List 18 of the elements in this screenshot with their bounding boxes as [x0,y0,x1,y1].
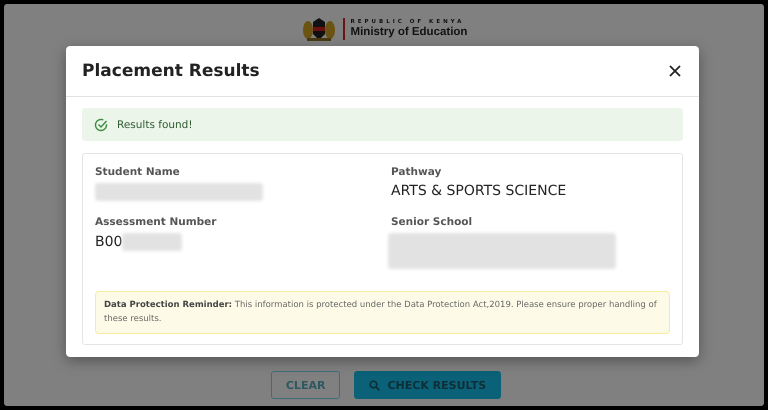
modal-title: Placement Results [82,61,260,81]
close-button[interactable] [667,63,683,79]
search-icon [369,380,380,390]
check-circle-icon [94,118,108,132]
field-label: Student Name [95,166,181,178]
alert-message: Results found! [117,118,193,130]
field-value: B00 [95,234,122,250]
data-protection-notice: Data Protection Reminder: This information is protected under the Data Protection Act,2019. Please ensure proper handling of these results. [95,291,670,334]
field-value: ARTS & SPORTS SCIENCE [391,183,566,199]
clear-button[interactable]: CLEAR [270,371,340,399]
field-label: Pathway [391,166,442,178]
ministry-name: Ministry of Education [350,27,468,38]
field-label: Assessment Number [95,216,218,228]
emblem-icon [300,16,337,42]
redacted-block [122,233,182,251]
field-label: Senior School [391,216,474,228]
check-results-button[interactable]: CHECK RESULTS [354,371,502,399]
close-icon [669,65,681,77]
